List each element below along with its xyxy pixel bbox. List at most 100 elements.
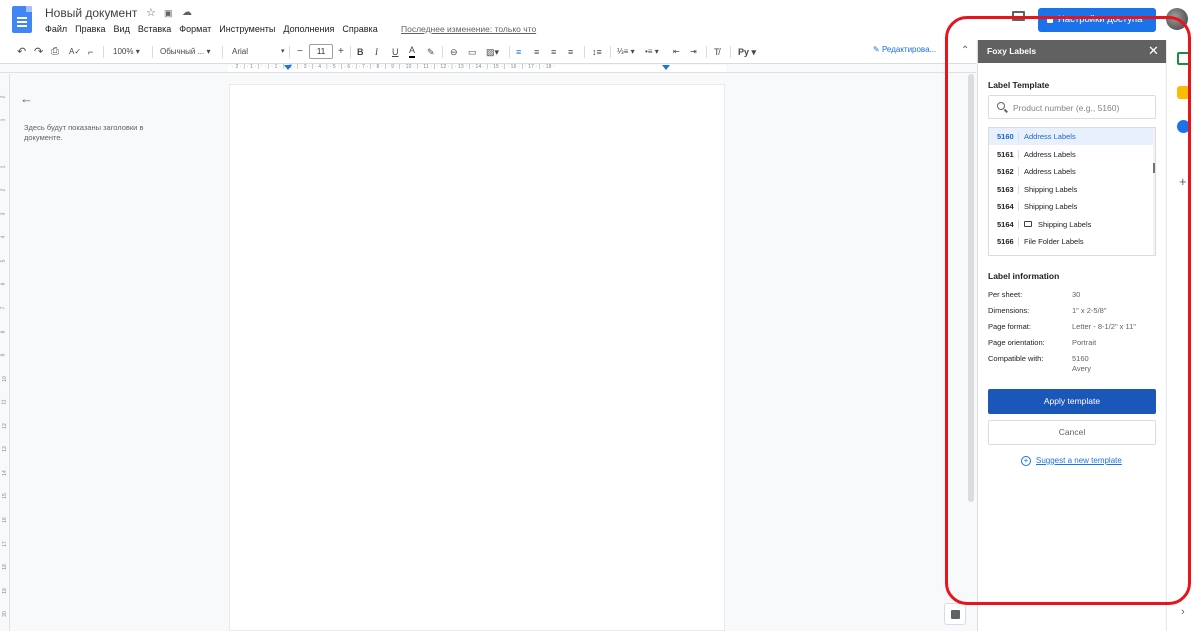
chevron-right-icon[interactable]: › (1181, 606, 1185, 618)
bold-icon[interactable]: B (357, 45, 364, 59)
print-icon[interactable]: ⎙ (51, 45, 59, 59)
chevron-up-icon[interactable]: ⌃ (961, 45, 969, 56)
menu-tools[interactable]: Инструменты (219, 24, 275, 34)
bulleted-list-icon[interactable]: •≡ ▾ (645, 45, 659, 59)
tasks-icon[interactable] (1177, 120, 1190, 133)
zoom-select[interactable]: 100% ▾ (113, 45, 140, 59)
divider (1018, 237, 1019, 246)
italic-icon[interactable]: I (375, 45, 378, 59)
scrollbar-thumb[interactable] (1153, 163, 1155, 173)
undo-icon[interactable]: ↶ (17, 45, 26, 59)
add-addon-icon[interactable]: + (1179, 174, 1187, 189)
vruler-tick: 2 (0, 188, 7, 192)
right-indent-marker[interactable] (662, 65, 670, 70)
template-item[interactable]: 5166 File Folder Labels (989, 233, 1153, 250)
template-list[interactable]: 5160 Address Labels 5161 Address Labels … (988, 127, 1156, 256)
insert-link-icon[interactable]: ⊖ (450, 45, 458, 59)
numbered-list-icon[interactable]: ⅓≡ ▾ (617, 45, 635, 59)
vertical-ruler[interactable]: 2 1 1 2 3 4 5 6 7 8 9 10 11 12 13 14 15 … (0, 74, 10, 631)
text-color-icon[interactable]: A (409, 45, 416, 58)
toolbar-divider (509, 46, 510, 58)
template-item[interactable]: 5164 Shipping Labels (989, 198, 1153, 215)
toolbar-divider (706, 46, 707, 58)
align-right-icon[interactable]: ≡ (551, 45, 556, 59)
menu-help[interactable]: Справка (342, 24, 377, 34)
chevron-down-icon[interactable]: ▾ (281, 45, 285, 59)
sidebar-title: Foxy Labels (987, 46, 1037, 56)
decrease-indent-icon[interactable]: ⇤ (673, 45, 680, 59)
cancel-button[interactable]: Cancel (988, 420, 1156, 445)
last-edit-link[interactable]: Последнее изменение: только что (401, 24, 536, 34)
template-item[interactable]: 5164 Shipping Labels (989, 216, 1153, 233)
template-name: Shipping Labels (1024, 202, 1078, 211)
horizontal-ruler[interactable]: · 2 · | · 1 · | · · | · 1 · | · 2 · | · … (0, 64, 976, 73)
vruler-tick: 1 (0, 165, 7, 169)
align-left-icon[interactable]: ≡ (516, 45, 521, 59)
search-input[interactable] (1013, 100, 1153, 115)
align-center-icon[interactable]: ≡ (534, 45, 539, 59)
highlight-color-icon[interactable]: ✎ (427, 45, 435, 59)
line-spacing-icon[interactable]: ↕≡ (592, 45, 602, 59)
menu-insert[interactable]: Вставка (138, 24, 171, 34)
increase-indent-icon[interactable]: ⇥ (690, 45, 697, 59)
foxy-labels-sidebar: Foxy Labels ✕ Label Template 5160 Addres… (977, 40, 1166, 631)
info-value: Letter - 8-1/2" x 11" (1072, 322, 1136, 331)
back-arrow-icon[interactable]: ← (20, 91, 33, 106)
font-select[interactable]: Arial (232, 45, 248, 59)
move-folder-icon[interactable]: ▣ (164, 8, 173, 19)
info-key: Dimensions: (988, 306, 1030, 315)
clear-formatting-icon[interactable]: T̸ (714, 45, 720, 59)
document-scrollbar[interactable] (967, 74, 975, 504)
docs-logo-icon[interactable] (12, 6, 32, 33)
document-title[interactable]: Новый документ (45, 6, 137, 20)
align-justify-icon[interactable]: ≡ (568, 45, 573, 59)
keep-icon[interactable] (1177, 86, 1190, 99)
insert-image-icon[interactable]: ▨▾ (486, 45, 499, 59)
style-select[interactable]: Обычный ... ▾ (160, 45, 211, 59)
share-button[interactable]: Настройки доступа (1038, 8, 1156, 32)
close-icon[interactable]: ✕ (1148, 43, 1159, 58)
star-icon[interactable]: ☆ (146, 6, 156, 19)
menu-view[interactable]: Вид (114, 24, 130, 34)
divider (1018, 167, 1019, 176)
scrollbar-thumb[interactable] (968, 74, 974, 502)
style-value: Обычный ... (160, 47, 205, 56)
calendar-icon[interactable] (1177, 52, 1190, 65)
cloud-status-icon[interactable]: ☁ (182, 7, 192, 18)
vruler-tick: 11 (1, 399, 8, 405)
editing-mode-select[interactable]: ✎ Редактирова... (873, 45, 936, 54)
template-item[interactable]: 5161 Address Labels (989, 146, 1153, 163)
spellcheck-icon[interactable]: A✓ (69, 45, 81, 59)
divider (1018, 219, 1019, 229)
template-list-scrollbar[interactable] (1153, 128, 1155, 255)
menu-addons[interactable]: Дополнения (283, 24, 334, 34)
avatar[interactable] (1166, 8, 1188, 30)
template-item[interactable]: 5163 Shipping Labels (989, 181, 1153, 198)
vruler-tick: 8 (0, 330, 7, 334)
left-indent-marker[interactable] (284, 65, 292, 70)
document-page[interactable] (229, 84, 725, 631)
search-icon (997, 102, 1005, 110)
suggest-template-link[interactable]: Suggest a new template (1036, 456, 1122, 465)
apply-template-button[interactable]: Apply template (988, 389, 1156, 414)
comment-history-icon[interactable] (1012, 11, 1025, 21)
paint-format-icon[interactable]: ⌐ (88, 45, 93, 59)
redo-icon[interactable]: ↷ (34, 45, 43, 59)
menu-file[interactable]: Файл (45, 24, 67, 34)
menu-format[interactable]: Формат (179, 24, 211, 34)
explore-button[interactable] (944, 603, 966, 625)
info-value: 5160 (1072, 354, 1089, 363)
underline-icon[interactable]: U (392, 45, 399, 59)
menu-edit[interactable]: Правка (75, 24, 105, 34)
template-number: 5164 (997, 202, 1014, 211)
decrease-font-size-button[interactable]: − (297, 45, 303, 59)
template-name: Address Labels (1024, 167, 1076, 176)
search-box[interactable] (988, 95, 1156, 119)
template-item[interactable]: 5160 Address Labels (989, 128, 1153, 145)
input-tools-icon[interactable]: Pу ▾ (738, 45, 756, 59)
template-item[interactable]: 5162 Address Labels (989, 163, 1153, 180)
insert-comment-icon[interactable]: ▭ (468, 45, 477, 59)
increase-font-size-button[interactable]: + (338, 45, 344, 59)
font-size-input[interactable]: 11 (309, 44, 333, 59)
divider (1018, 184, 1019, 194)
